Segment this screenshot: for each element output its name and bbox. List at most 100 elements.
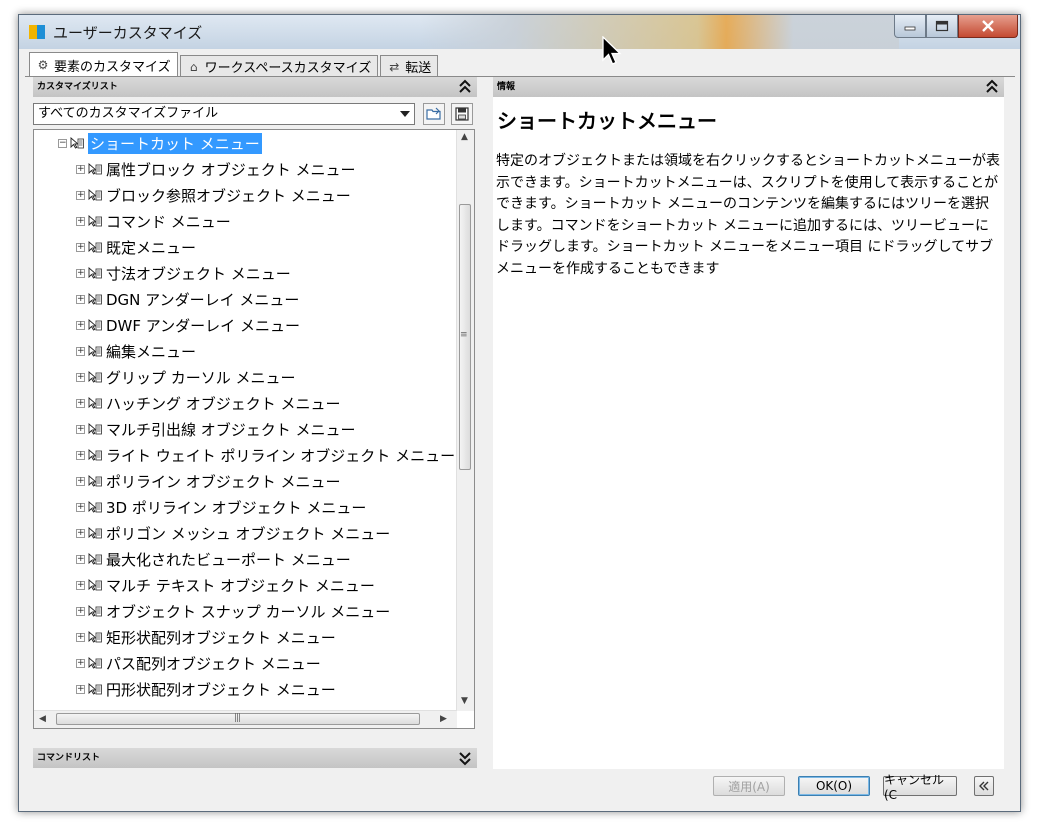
expand-node-icon[interactable]: +	[76, 450, 85, 460]
scroll-left-icon[interactable]: ◀	[39, 714, 46, 724]
expand-node-icon[interactable]: +	[76, 554, 85, 564]
menu-node-icon	[88, 579, 102, 591]
tree-item[interactable]: + 寸法オブジェクト メニュー	[76, 262, 291, 284]
customize-list-panel: カスタマイズリスト すべてのカスタマイズファイル − ショートカット メニュー …	[33, 77, 477, 731]
tree-item-label: 3D ポリライン オブジェクト メニュー	[106, 498, 367, 517]
tree-item[interactable]: + ライト ウェイト ポリライン オブジェクト メニュー	[76, 444, 455, 466]
expand-node-icon[interactable]: +	[76, 216, 85, 226]
expand-node-icon[interactable]: +	[76, 502, 85, 512]
tree-horizontal-scrollbar[interactable]: ◀ ||| ▶	[34, 710, 457, 728]
cancel-button[interactable]: キャンセル(C	[883, 773, 957, 802]
window-controls	[894, 15, 1018, 39]
collapse-dialog-button[interactable]	[974, 776, 994, 796]
tree-vertical-scrollbar[interactable]: ▲ ≡ ▼	[456, 130, 474, 711]
expand-node-icon[interactable]: +	[76, 190, 85, 200]
tree-item[interactable]: + ポリゴン メッシュ オブジェクト メニュー	[76, 522, 390, 544]
expand-node-icon[interactable]: +	[76, 372, 85, 382]
minimize-button[interactable]	[894, 15, 926, 38]
menu-node-icon	[88, 293, 102, 305]
tree-item[interactable]: + グリップ カーソル メニュー	[76, 366, 296, 388]
menu-node-icon	[88, 397, 102, 409]
mouse-cursor-icon	[602, 36, 622, 65]
tree-item[interactable]: + 矩形状配列オブジェクト メニュー	[76, 626, 336, 648]
expand-node-icon[interactable]: +	[76, 424, 85, 434]
command-list-header[interactable]: コマンドリスト	[33, 748, 477, 768]
grip-icon: ≡	[460, 330, 467, 340]
minimize-icon	[904, 26, 916, 31]
tree-item[interactable]: + 円形状配列オブジェクト メニュー	[76, 678, 336, 700]
tree-item[interactable]: + DGN アンダーレイ メニュー	[76, 288, 299, 310]
expand-node-icon[interactable]: +	[76, 268, 85, 278]
expand-node-icon[interactable]: +	[76, 632, 85, 642]
tree-item[interactable]: + コマンド メニュー	[76, 210, 231, 232]
tree-item-label: グリップ カーソル メニュー	[106, 368, 296, 387]
expand-node-icon[interactable]: +	[76, 606, 85, 616]
tree-item-label: コマンド メニュー	[106, 212, 231, 231]
menu-node-icon	[88, 319, 102, 331]
expand-node-icon[interactable]: +	[76, 684, 85, 694]
tree-item[interactable]: + オブジェクト スナップ カーソル メニュー	[76, 600, 390, 622]
tree-item[interactable]: + パス配列オブジェクト メニュー	[76, 652, 321, 674]
tree-item[interactable]: + ポリライン オブジェクト メニュー	[76, 470, 341, 492]
customize-tree[interactable]: − ショートカット メニュー + 属性ブロック オブジェクト メニュー + ブロック参…	[33, 129, 475, 729]
info-description: 特定のオブジェクトまたは領域を右クリックするとショートカットメニューが表示できま…	[496, 153, 1000, 277]
background-ribbon	[419, 15, 899, 49]
menu-node-icon	[88, 683, 102, 695]
tree-item-label: 矩形状配列オブジェクト メニュー	[106, 628, 336, 647]
expand-node-icon[interactable]: +	[76, 242, 85, 252]
tree-item-label: マルチ テキスト オブジェクト メニュー	[106, 576, 375, 595]
expand-icon[interactable]	[457, 749, 473, 767]
expand-node-icon[interactable]: +	[76, 580, 85, 590]
save-icon	[455, 107, 469, 121]
tab-transfer[interactable]: ⇄ 転送	[380, 55, 439, 77]
tree-item[interactable]: + ブロック参照オブジェクト メニュー	[76, 184, 351, 206]
open-file-button[interactable]	[423, 103, 445, 125]
tree-item[interactable]: + DWF アンダーレイ メニュー	[76, 314, 300, 336]
ok-button[interactable]: OK(O)	[798, 776, 870, 796]
apply-button[interactable]: 適用(A)	[713, 776, 785, 796]
maximize-button[interactable]	[926, 15, 958, 38]
menu-node-icon	[88, 241, 102, 253]
tab-label: 転送	[405, 61, 432, 76]
menu-node-icon	[88, 553, 102, 565]
chevron-down-icon	[400, 111, 410, 117]
customize-file-dropdown[interactable]: すべてのカスタマイズファイル	[33, 103, 415, 125]
tree-root-node[interactable]: − ショートカット メニュー	[58, 132, 262, 154]
tree-item[interactable]: + 編集メニュー	[76, 340, 196, 362]
tree-item[interactable]: +3D ポリライン オブジェクト メニュー	[76, 496, 366, 518]
expand-node-icon[interactable]: +	[76, 294, 85, 304]
maximize-icon	[935, 20, 949, 32]
tree-item[interactable]: + マルチ テキスト オブジェクト メニュー	[76, 574, 375, 596]
menu-node-icon	[88, 371, 102, 383]
expand-node-icon[interactable]: +	[76, 346, 85, 356]
collapse-icon[interactable]	[457, 78, 473, 96]
tree-item[interactable]: + 属性ブロック オブジェクト メニュー	[76, 158, 356, 180]
tab-element-customize[interactable]: ⚙ 要素のカスタマイズ	[29, 52, 178, 77]
expand-node-icon[interactable]: +	[76, 320, 85, 330]
expand-node-icon[interactable]: +	[76, 476, 85, 486]
save-button[interactable]	[451, 103, 473, 125]
scroll-down-icon[interactable]: ▼	[461, 696, 468, 706]
scroll-right-icon[interactable]: ▶	[440, 714, 447, 724]
scroll-up-icon[interactable]: ▲	[461, 132, 468, 142]
tab-workspace-customize[interactable]: ⌂ ワークスペースカスタマイズ	[179, 55, 379, 77]
title-bar[interactable]: ユーザーカスタマイズ	[19, 15, 1020, 49]
expand-node-icon[interactable]: +	[76, 658, 85, 668]
tab-label: 要素のカスタマイズ	[54, 59, 171, 75]
collapse-node-icon[interactable]: −	[58, 138, 67, 148]
close-button[interactable]	[958, 15, 1018, 38]
tree-item[interactable]: + 既定メニュー	[76, 236, 196, 258]
tree-item-label: オブジェクト スナップ カーソル メニュー	[106, 602, 391, 621]
tree-item[interactable]: + ハッチング オブジェクト メニュー	[76, 392, 341, 414]
tree-item[interactable]: + 最大化されたビューポート メニュー	[76, 548, 351, 570]
info-header[interactable]: 情報	[493, 77, 1004, 97]
tree-item[interactable]: + マルチ引出線 オブジェクト メニュー	[76, 418, 356, 440]
menu-node-icon	[88, 631, 102, 643]
tree-item-label: 属性ブロック オブジェクト メニュー	[106, 160, 356, 179]
tree-item-label: ハッチング オブジェクト メニュー	[106, 394, 341, 413]
expand-node-icon[interactable]: +	[76, 398, 85, 408]
expand-node-icon[interactable]: +	[76, 164, 85, 174]
customize-list-header[interactable]: カスタマイズリスト	[33, 77, 477, 97]
collapse-icon[interactable]	[984, 78, 1000, 96]
expand-node-icon[interactable]: +	[76, 528, 85, 538]
